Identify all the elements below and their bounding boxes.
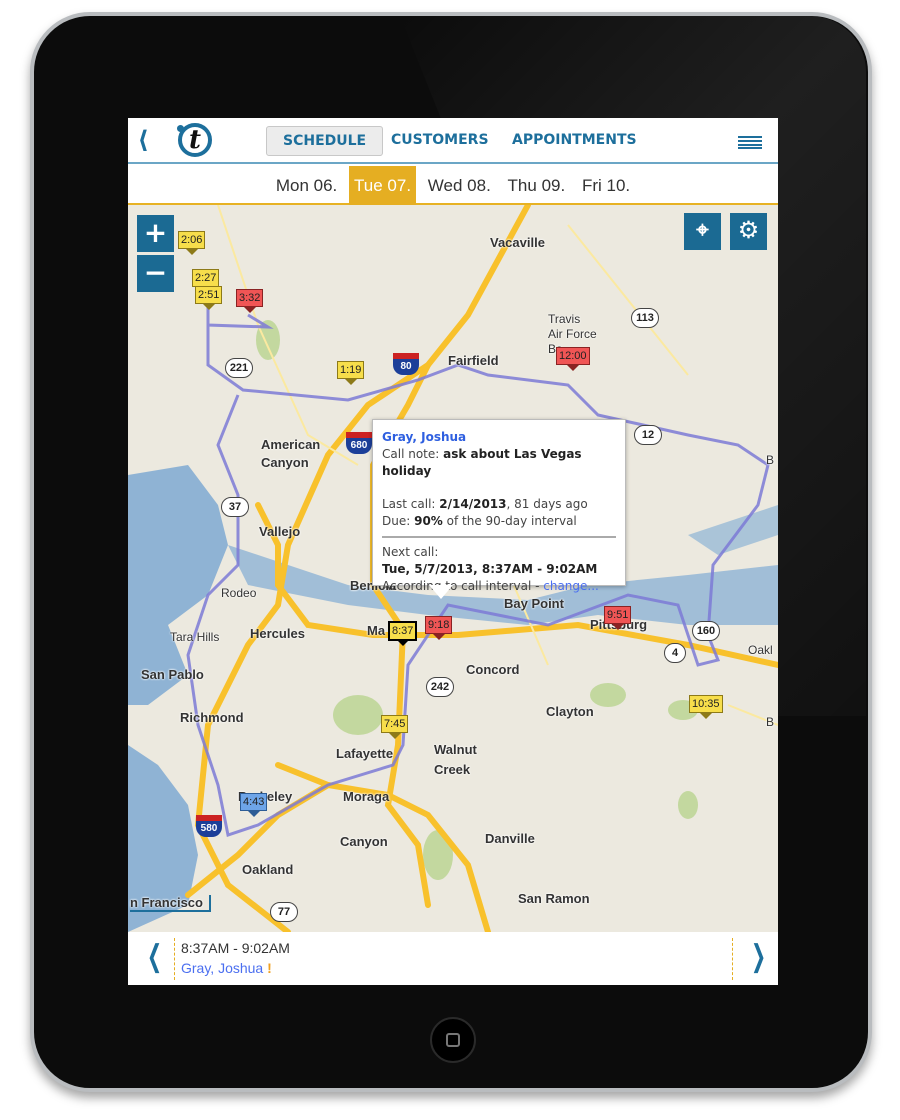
place-label: Tara Hills: [170, 630, 220, 644]
interstate-shield: 680: [346, 432, 372, 454]
place-label: Bay Point: [504, 596, 564, 611]
day-tue-selected[interactable]: Tue 07.: [349, 166, 417, 205]
appointment-marker[interactable]: 2:51: [195, 286, 223, 310]
zoom-out-button[interactable]: −: [137, 255, 174, 292]
label: Call note:: [382, 447, 444, 461]
change-link[interactable]: change...: [543, 579, 599, 593]
appointment-footer: ❮ 8:37AM - 9:02AM Gray, Joshua ! ❯: [128, 932, 778, 985]
appointment-marker[interactable]: 2:06: [178, 231, 206, 255]
popup-next-label: Next call:: [382, 545, 439, 559]
place-label: Oakl: [748, 643, 773, 657]
day-selector: Mon 06. Tue 07. Wed 08. Thu 09. Fri 10.: [128, 166, 778, 205]
place-label: Richmond: [180, 710, 244, 725]
day-mon[interactable]: Mon 06.: [271, 166, 342, 205]
place-label: Canyon: [261, 455, 309, 470]
place-label: American: [261, 437, 321, 452]
next-chevron-icon[interactable]: ❯: [751, 942, 766, 972]
place-label: Travis: [548, 312, 581, 326]
appointment-marker[interactable]: 9:51: [604, 606, 632, 630]
place-label: Oakland: [242, 862, 294, 877]
interstate-shield: 80: [393, 353, 419, 375]
place-label: n Francisco: [130, 895, 211, 912]
footer-customer: Gray, Joshua !: [181, 960, 272, 976]
locate-crosshair-icon[interactable]: ⌖: [684, 213, 721, 250]
appointment-marker[interactable]: 10:35: [689, 695, 723, 719]
tab-customers[interactable]: CUSTOMERS: [375, 126, 505, 156]
hamburger-menu-icon[interactable]: [738, 136, 762, 149]
divider: [732, 938, 733, 980]
place-label: Moraga: [343, 789, 390, 804]
place-label: Vallejo: [259, 524, 301, 539]
tab-appointments[interactable]: APPOINTMENTS: [496, 126, 653, 156]
highway-shield: 221: [225, 358, 253, 378]
popup-interval: According to call interval - change...: [382, 578, 616, 595]
divider: [382, 536, 616, 538]
highway-shield: 12: [634, 425, 662, 445]
tab-schedule[interactable]: SCHEDULE: [266, 126, 384, 156]
place-label: B: [766, 715, 775, 729]
place-label: San Pablo: [141, 667, 204, 682]
place-label: Concord: [466, 662, 520, 677]
appointment-marker-selected[interactable]: 8:37: [388, 621, 418, 646]
zoom-in-button[interactable]: +: [137, 215, 174, 252]
alert-icon: !: [267, 960, 272, 976]
settings-gear-icon[interactable]: ⚙: [730, 213, 767, 250]
highway-shield: 242: [426, 677, 454, 697]
place-label: B: [766, 453, 775, 467]
day-thu[interactable]: Thu 09.: [503, 166, 571, 205]
top-nav: ⟨⟨ t SCHEDULE CUSTOMERS APPOINTMENTS: [128, 118, 778, 164]
place-label: Air Force: [548, 327, 597, 341]
value: of the 90-day interval: [442, 514, 577, 528]
place-label: Clayton: [546, 704, 594, 719]
appointment-marker[interactable]: 7:45: [381, 715, 409, 739]
label: Due:: [382, 514, 415, 528]
place-label: San Ramon: [518, 891, 590, 906]
label: According to call interval -: [382, 579, 544, 593]
home-button[interactable]: [430, 1017, 476, 1063]
place-label: Danville: [485, 831, 535, 846]
highway-shield: 77: [270, 902, 298, 922]
popup-customer-name[interactable]: Gray, Joshua: [382, 429, 616, 446]
place-label: Fairfield: [448, 353, 499, 368]
place-label: Vacaville: [490, 235, 545, 250]
footer-customer-name[interactable]: Gray, Joshua: [181, 960, 263, 976]
popup-next-value: Tue, 5/7/2013, 8:37AM - 9:02AM: [382, 562, 598, 576]
label: Last call:: [382, 497, 440, 511]
appointment-marker[interactable]: 1:19: [337, 361, 365, 385]
value: , 81 days ago: [506, 497, 588, 511]
popup-due: Due: 90% of the 90-day interval: [382, 513, 616, 530]
prev-chevron-icon[interactable]: ❮: [147, 942, 162, 972]
place-label: Ma: [367, 623, 386, 638]
appointment-marker[interactable]: 9:18: [425, 616, 453, 640]
highway-shield: 4: [664, 643, 686, 663]
place-label: Walnut: [434, 742, 477, 757]
place-label: Rodeo: [221, 586, 257, 600]
appointment-marker[interactable]: 3:32: [236, 289, 264, 313]
place-label: Lafayette: [336, 746, 394, 761]
appointment-marker[interactable]: 4:43: [240, 793, 268, 817]
place-label: Hercules: [250, 626, 305, 641]
map[interactable]: + − ⌖ ⚙ Vacaville Travis Air Force Ba Fa…: [128, 205, 778, 932]
appointment-popup: Gray, Joshua Call note: ask about Las Ve…: [372, 419, 626, 599]
value: 90%: [414, 514, 443, 528]
day-fri[interactable]: Fri 10.: [577, 166, 635, 205]
popup-last-call: Last call: 2/14/2013, 81 days ago: [382, 496, 616, 513]
highway-shield: 37: [221, 497, 249, 517]
place-label: Creek: [434, 762, 471, 777]
highway-shield: 113: [631, 308, 659, 328]
logo: t: [177, 123, 212, 157]
highway-shield: 160: [692, 621, 720, 641]
interstate-shield: 580: [196, 815, 222, 837]
app-screen: ⟨⟨ t SCHEDULE CUSTOMERS APPOINTMENTS Mon…: [128, 118, 778, 985]
appointment-marker[interactable]: 2:27: [192, 269, 220, 293]
back-double-chevron-icon[interactable]: ⟨⟨: [138, 126, 148, 154]
appointment-marker[interactable]: 12:00: [556, 347, 590, 371]
place-label: Canyon: [340, 834, 388, 849]
day-wed[interactable]: Wed 08.: [423, 166, 496, 205]
value: 2/14/2013: [439, 497, 507, 511]
divider: [174, 938, 175, 980]
popup-call-note: Call note: ask about Las Vegas holiday: [382, 446, 616, 480]
footer-time: 8:37AM - 9:02AM: [181, 940, 290, 956]
